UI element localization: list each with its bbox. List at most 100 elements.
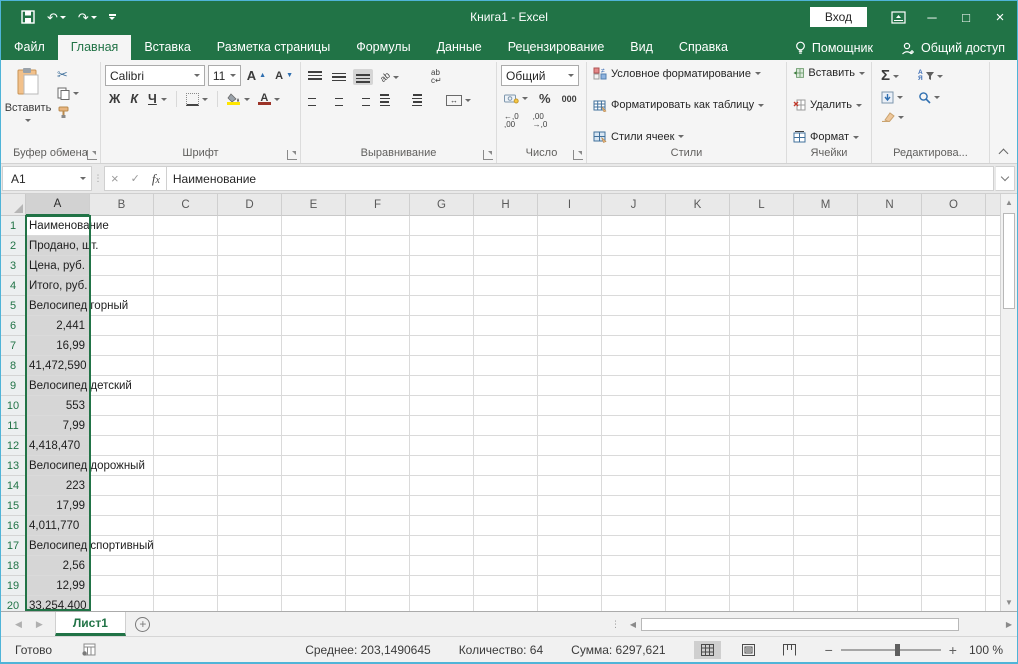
merge-center-dropdown-icon[interactable] (465, 98, 471, 102)
cell-O17[interactable] (922, 536, 986, 556)
cell-A5[interactable]: Велосипед горный (26, 296, 128, 316)
cell-M2[interactable] (794, 236, 858, 256)
cell-I15[interactable] (538, 496, 602, 516)
cell-N19[interactable] (858, 576, 922, 596)
cell-H10[interactable] (474, 396, 538, 416)
assistant-button[interactable]: Помощник (783, 41, 885, 55)
cell-O11[interactable] (922, 416, 986, 436)
cell-L16[interactable] (730, 516, 794, 536)
close-icon[interactable]: × (983, 1, 1017, 33)
copy-button[interactable] (55, 86, 81, 101)
cell-N2[interactable] (858, 236, 922, 256)
cell-A17[interactable]: Велосипед спортивный (26, 536, 154, 556)
font-size-combo[interactable]: 11 (207, 65, 241, 86)
column-header-M[interactable]: M (794, 194, 858, 216)
cell-F18[interactable] (346, 556, 410, 576)
cell-H19[interactable] (474, 576, 538, 596)
cell-N17[interactable] (858, 536, 922, 556)
cell-B2[interactable] (90, 236, 154, 256)
formula-input[interactable]: Наименование (166, 166, 994, 191)
cell-O13[interactable] (922, 456, 986, 476)
cell-A12[interactable]: 4,418,470 (26, 436, 90, 456)
italic-button[interactable]: К (126, 91, 142, 107)
cell-H5[interactable] (474, 296, 538, 316)
cell-M15[interactable] (794, 496, 858, 516)
page-layout-view-button[interactable] (735, 641, 762, 659)
cell-styles-dropdown-icon[interactable] (678, 135, 685, 138)
cell-E13[interactable] (282, 456, 346, 476)
number-dialog-launcher-icon[interactable] (573, 150, 583, 160)
cut-button[interactable]: ✂ (55, 68, 81, 82)
zoom-slider-thumb[interactable] (894, 643, 900, 656)
cell-E20[interactable] (282, 596, 346, 611)
cell-F4[interactable] (346, 276, 410, 296)
cell-K20[interactable] (666, 596, 730, 611)
cell-O15[interactable] (922, 496, 986, 516)
column-header-H[interactable]: H (474, 194, 538, 216)
cell-F9[interactable] (346, 376, 410, 396)
find-select-button[interactable] (915, 89, 946, 106)
cell-H3[interactable] (474, 256, 538, 276)
cell-G20[interactable] (410, 596, 474, 611)
align-right-button[interactable] (353, 92, 373, 108)
tab-вид[interactable]: Вид (617, 35, 666, 60)
cell-M3[interactable] (794, 256, 858, 276)
cell-F20[interactable] (346, 596, 410, 611)
cell-G2[interactable] (410, 236, 474, 256)
cell-K10[interactable] (666, 396, 730, 416)
align-center-button[interactable] (329, 92, 349, 108)
cell-G5[interactable] (410, 296, 474, 316)
cell-E17[interactable] (282, 536, 346, 556)
cell-N16[interactable] (858, 516, 922, 536)
cell-L10[interactable] (730, 396, 794, 416)
cell-A9[interactable]: Велосипед детский (26, 376, 132, 396)
percent-style-button[interactable]: % (536, 89, 554, 108)
cell-F7[interactable] (346, 336, 410, 356)
increase-decimal-button[interactable]: ←,0,00 (501, 111, 522, 131)
cell-M17[interactable] (794, 536, 858, 556)
cell-F11[interactable] (346, 416, 410, 436)
cell-N9[interactable] (858, 376, 922, 396)
cell-A11[interactable]: 7,99 (26, 416, 90, 436)
formula-bar-expand-button[interactable] (995, 166, 1015, 191)
cell-G3[interactable] (410, 256, 474, 276)
cell-G1[interactable] (410, 216, 474, 236)
row-header-20[interactable]: 20 (1, 596, 26, 611)
accounting-dropdown-icon[interactable] (522, 97, 528, 100)
cell-K18[interactable] (666, 556, 730, 576)
cell-G18[interactable] (410, 556, 474, 576)
cell-N8[interactable] (858, 356, 922, 376)
row-header-11[interactable]: 11 (1, 416, 26, 436)
format-cells-dropdown-icon[interactable] (853, 135, 860, 139)
align-bottom-button[interactable] (353, 69, 373, 85)
cell-L12[interactable] (730, 436, 794, 456)
cell-N1[interactable] (858, 216, 922, 236)
cell-C7[interactable] (154, 336, 218, 356)
cell-O8[interactable] (922, 356, 986, 376)
cell-J6[interactable] (602, 316, 666, 336)
cell-F3[interactable] (346, 256, 410, 276)
tab-рецензирование[interactable]: Рецензирование (495, 35, 618, 60)
cell-H8[interactable] (474, 356, 538, 376)
fill-color-dropdown-icon[interactable] (243, 97, 250, 101)
minimize-icon[interactable]: ─ (915, 1, 949, 33)
cell-J10[interactable] (602, 396, 666, 416)
row-header-8[interactable]: 8 (1, 356, 26, 376)
cell-D5[interactable] (218, 296, 282, 316)
sign-in-button[interactable]: Вход (809, 7, 867, 27)
cell-G4[interactable] (410, 276, 474, 296)
wrap-text-button[interactable]: ab c↵ (428, 67, 445, 87)
cell-C5[interactable] (154, 296, 218, 316)
cell-N11[interactable] (858, 416, 922, 436)
tab-формулы[interactable]: Формулы (343, 35, 423, 60)
cell-H2[interactable] (474, 236, 538, 256)
cell-E14[interactable] (282, 476, 346, 496)
row-header-13[interactable]: 13 (1, 456, 26, 476)
cell-D17[interactable] (218, 536, 282, 556)
row-header-6[interactable]: 6 (1, 316, 26, 336)
cell-I17[interactable] (538, 536, 602, 556)
cell-I14[interactable] (538, 476, 602, 496)
accounting-format-button[interactable] (501, 92, 531, 106)
autosum-dropdown-icon[interactable] (893, 74, 900, 78)
cell-C13[interactable] (154, 456, 218, 476)
